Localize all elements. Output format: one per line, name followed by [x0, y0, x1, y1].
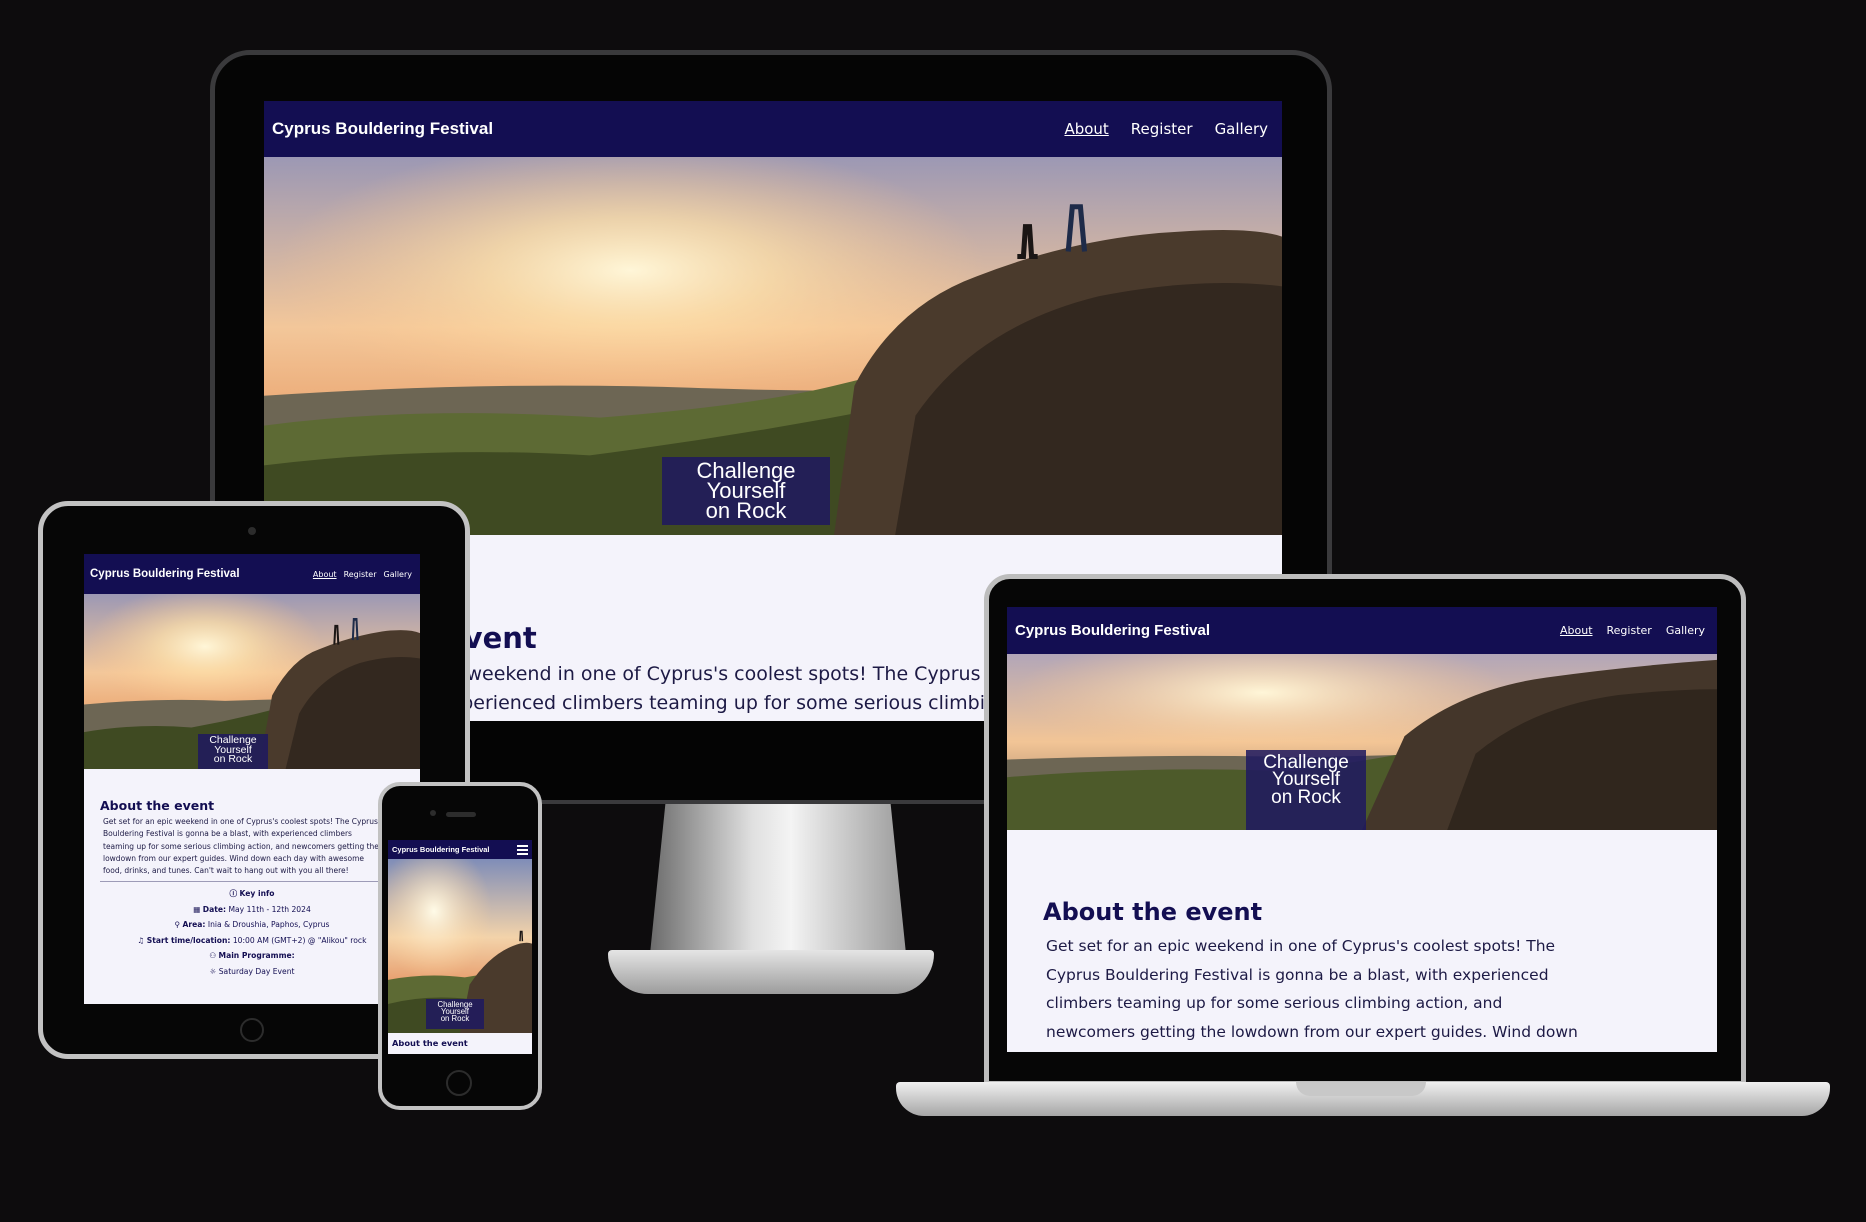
hamburger-menu-icon[interactable]: [517, 843, 528, 857]
badge-line-3: on Rock: [213, 753, 253, 766]
phone-home-button: [446, 1070, 472, 1096]
hero-badge: Challenge Yourself on Rock: [426, 999, 484, 1029]
programme-row: ⚇ Main Programme:: [84, 948, 420, 964]
nav-register-link[interactable]: Register: [1607, 624, 1652, 637]
date-row: ▦ Date: May 11th - 12th 2024: [84, 902, 420, 918]
laptop-notch: [1296, 1082, 1426, 1096]
brand-logo[interactable]: Cyprus Bouldering Festival: [90, 568, 240, 580]
date-label: Date:: [202, 904, 227, 914]
brand-logo[interactable]: Cyprus Bouldering Festival: [392, 845, 490, 854]
navbar: Cyprus Bouldering Festival About Registe…: [264, 101, 1282, 157]
nav-register-link[interactable]: Register: [344, 570, 377, 579]
hero-image: Challenge Yourself on Rock: [264, 157, 1282, 535]
nav-gallery-link[interactable]: Gallery: [1666, 624, 1705, 637]
navbar: Cyprus Bouldering Festival About Registe…: [84, 554, 420, 594]
tablet-screen: Cyprus Bouldering Festival About Registe…: [84, 554, 420, 1004]
start-value: 10:00 AM (GMT+2) @ "Alikou" rock: [232, 935, 367, 945]
calendar-icon: ▦: [193, 904, 201, 914]
brand-logo[interactable]: Cyprus Bouldering Festival: [272, 119, 493, 139]
about-paragraph: Get set for an epic weekend in one of Cy…: [103, 817, 379, 876]
hero-badge: Challenge Yourself on Rock: [1246, 750, 1366, 830]
phone-speaker: [446, 812, 476, 817]
navbar: Cyprus Bouldering Festival: [388, 840, 532, 859]
tablet-home-button: [240, 1018, 264, 1042]
start-row: ♫ Start time/location: 10:00 AM (GMT+2) …: [84, 933, 420, 949]
info-circle-icon: ⓘ: [229, 889, 238, 898]
brand-logo[interactable]: Cyprus Bouldering Festival: [1015, 622, 1210, 639]
area-row: ⚲ Area: Inia & Droushia, Paphos, Cyprus: [84, 917, 420, 933]
laptop-screen: Cyprus Bouldering Festival About Registe…: [1007, 607, 1717, 1052]
nav-links: About Register Gallery: [313, 570, 412, 579]
phone-camera: [430, 810, 436, 816]
nav-about-link[interactable]: About: [313, 570, 337, 579]
hero-image: Challenge Yourself on Rock: [84, 594, 420, 769]
start-label: Start time/location:: [146, 935, 231, 945]
programme-item: Saturday Day Event: [218, 966, 295, 976]
about-section: About the event Get set for an epic week…: [1007, 830, 1717, 1052]
hero-image: Challenge Yourself on Rock: [388, 859, 532, 1033]
date-value: May 11th - 12th 2024: [228, 904, 311, 914]
about-heading: About the event: [100, 798, 215, 813]
area-value: Inia & Droushia, Paphos, Cyprus: [207, 920, 330, 929]
hero-badge: Challenge Yourself on Rock: [198, 734, 268, 769]
sun-icon: ☼: [209, 966, 217, 976]
about-text-line-2: xperienced climbers teaming up for some …: [450, 692, 1010, 714]
about-paragraph: Get set for an epic weekend in one of Cy…: [1046, 937, 1578, 1052]
area-label: Area:: [182, 920, 206, 929]
badge-line-3: on Rock: [1271, 786, 1341, 808]
nav-links: About Register Gallery: [1560, 624, 1705, 637]
map-pin-icon: ⚲: [174, 920, 181, 929]
monitor-stand-neck: [650, 804, 906, 954]
key-info: ⓘ Key info ▦ Date: May 11th - 12th 2024 …: [84, 886, 420, 979]
tablet-camera: [248, 527, 256, 535]
badge-line-3: on Rock: [705, 498, 787, 524]
hero-badge: Challenge Yourself on Rock: [662, 457, 830, 525]
monitor-stand-base: [608, 950, 934, 994]
navbar: Cyprus Bouldering Festival About Registe…: [1007, 607, 1717, 654]
nav-gallery-link[interactable]: Gallery: [1215, 120, 1268, 138]
key-info-title: Key info: [239, 889, 275, 898]
nav-register-link[interactable]: Register: [1131, 120, 1193, 138]
nav-gallery-link[interactable]: Gallery: [384, 570, 413, 579]
about-heading: About the event: [1043, 898, 1263, 926]
about-heading: About the event: [392, 1038, 468, 1048]
divider: [100, 881, 400, 882]
about-text-line-1: c weekend in one of Cyprus's coolest spo…: [450, 663, 1000, 685]
nav-links: About Register Gallery: [1064, 120, 1268, 138]
programme-label: Main Programme:: [218, 951, 295, 960]
about-section: About the event: [388, 1033, 532, 1054]
nav-about-link[interactable]: About: [1064, 120, 1108, 138]
programme-item-row: ☼ Saturday Day Event: [84, 964, 420, 980]
nav-about-link[interactable]: About: [1560, 624, 1593, 637]
hero-image: Challenge Yourself on Rock: [1007, 654, 1717, 830]
key-info-title-row: ⓘ Key info: [84, 886, 420, 902]
phone-screen: Cyprus Bouldering Festival Challenge You…: [388, 840, 532, 1054]
about-section: About the event Get set for an epic week…: [84, 769, 420, 1004]
programme-icon: ⚇: [209, 951, 217, 960]
badge-line-3: on Rock: [440, 1014, 470, 1024]
bell-icon: ♫: [137, 935, 145, 945]
